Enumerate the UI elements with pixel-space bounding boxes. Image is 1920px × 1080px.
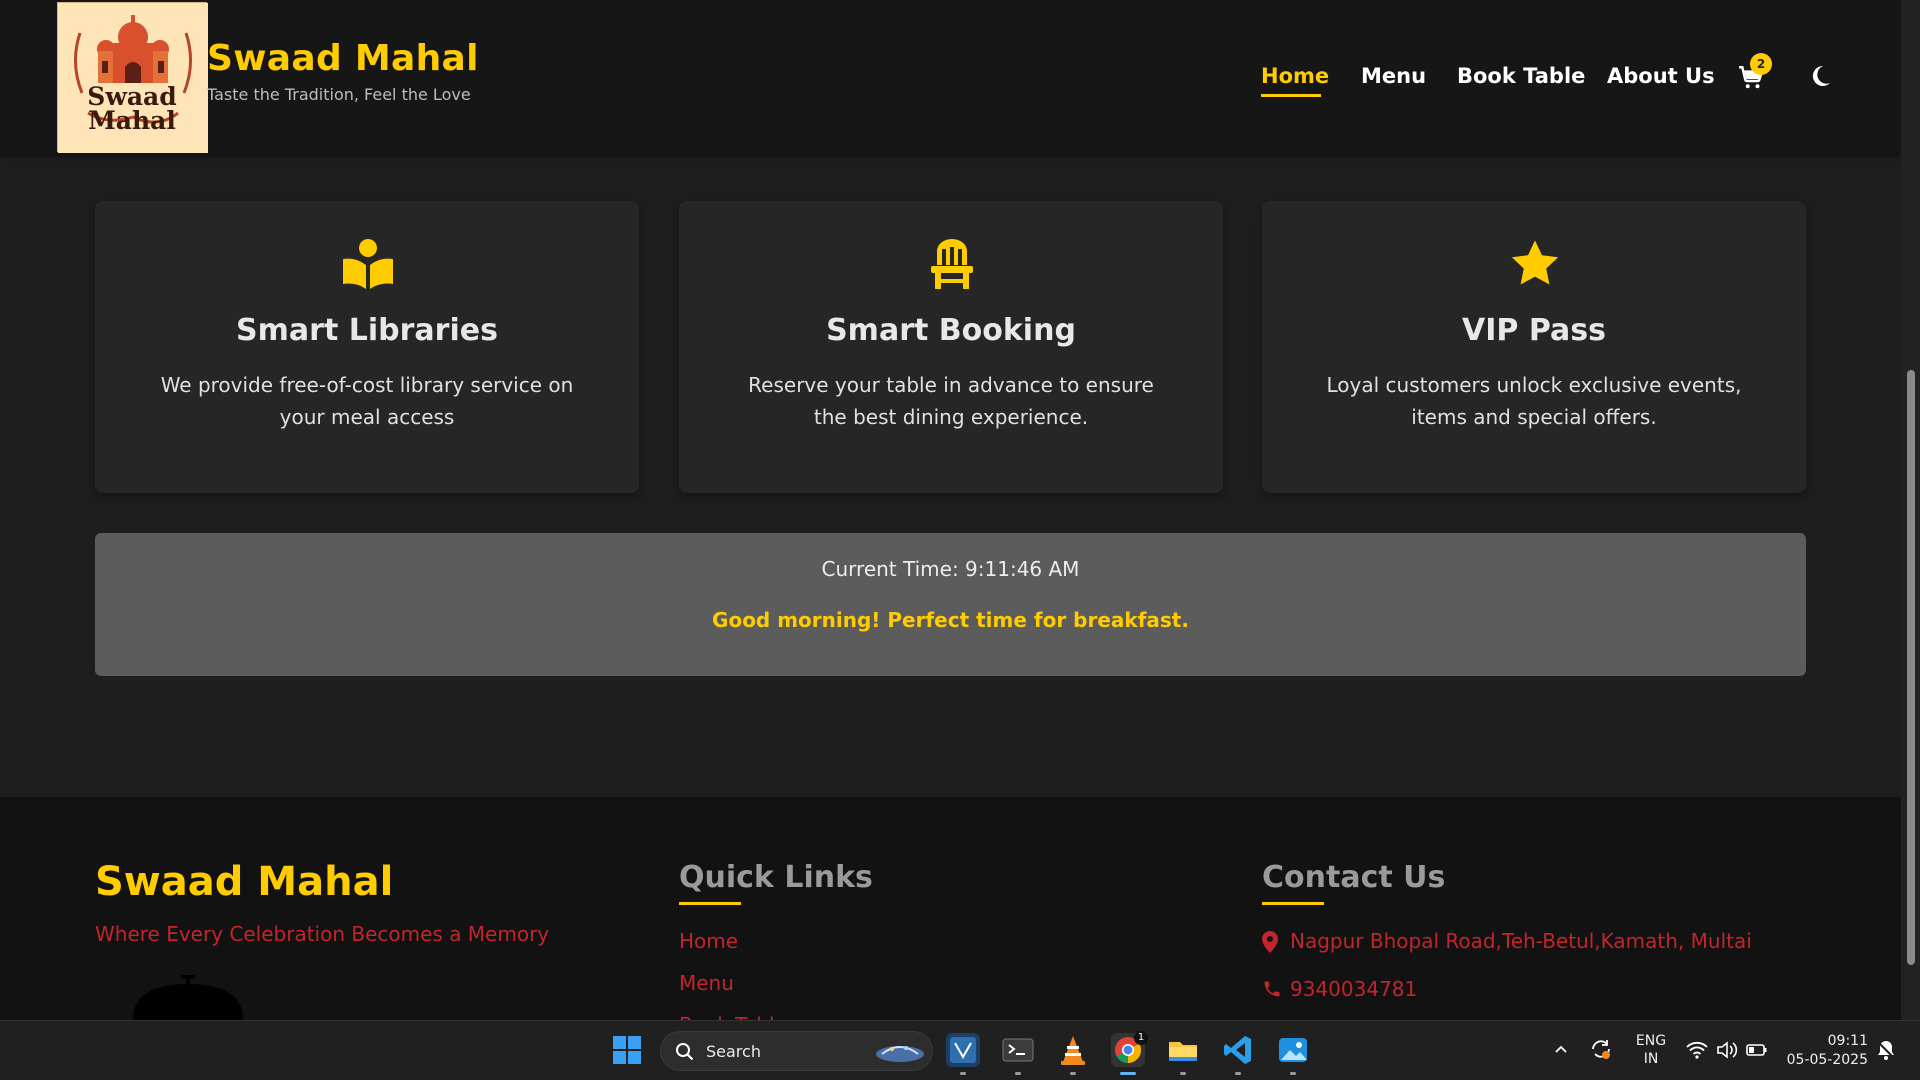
battery-icon[interactable] xyxy=(1746,1041,1768,1063)
quick-links-underline xyxy=(679,902,741,905)
app-running-indicator xyxy=(1070,1072,1076,1075)
footer-link-menu[interactable]: Menu xyxy=(679,971,734,995)
vscode-icon[interactable] xyxy=(1221,1033,1255,1067)
clock-time: 09:11 xyxy=(1827,1033,1868,1049)
cloche-icon xyxy=(130,975,245,1020)
feature-title: Smart Booking xyxy=(826,313,1076,348)
app-icon-1[interactable] xyxy=(946,1033,980,1067)
star-icon xyxy=(1508,237,1562,291)
feature-text: Reserve your table in advance to ensure … xyxy=(748,373,1154,429)
contact-phone-text[interactable]: 9340034781 xyxy=(1290,977,1417,1001)
app-active-indicator xyxy=(1120,1072,1136,1075)
feature-card-vip-pass: VIP Pass Loyal customers unlock exclusiv… xyxy=(1262,201,1806,493)
phone-icon xyxy=(1264,981,1280,997)
feature-card-smart-booking: Smart Booking Reserve your table in adva… xyxy=(679,201,1223,493)
search-icon xyxy=(676,1043,694,1061)
footer-tagline: Where Every Celebration Becomes a Memory xyxy=(95,922,550,946)
quick-links-heading: Quick Links xyxy=(679,860,873,895)
contact-underline xyxy=(1262,902,1324,905)
nav-active-underline xyxy=(1261,94,1321,97)
nav-home[interactable]: Home xyxy=(1261,64,1329,88)
book-reader-icon xyxy=(341,237,395,291)
time-greeting-panel: Current Time: 9:11:46 AM Good morning! P… xyxy=(95,533,1806,676)
language-line1: ENG xyxy=(1635,1033,1667,1049)
feature-title: VIP Pass xyxy=(1462,313,1606,348)
chrome-notification-badge: 1 xyxy=(1134,1031,1148,1045)
logo-text-line2: Mahal xyxy=(88,106,176,135)
windows-start-icon[interactable] xyxy=(610,1033,644,1067)
taskbar-search[interactable]: Search xyxy=(660,1031,933,1071)
app-running-indicator xyxy=(1015,1072,1021,1075)
vlc-icon[interactable] xyxy=(1056,1033,1090,1067)
contact-heading: Contact Us xyxy=(1262,860,1446,895)
app-running-indicator xyxy=(960,1072,966,1075)
search-placeholder: Search xyxy=(706,1042,761,1061)
nav-about-us[interactable]: About Us xyxy=(1607,64,1715,88)
feature-text: Loyal customers unlock exclusive events,… xyxy=(1326,373,1742,429)
contact-address-text: Nagpur Bhopal Road,Teh-Betul,Kamath, Mul… xyxy=(1290,929,1752,953)
clock-date: 05-05-2025 xyxy=(1786,1052,1868,1068)
search-highlight-icon xyxy=(876,1046,924,1062)
feature-title: Smart Libraries xyxy=(236,313,498,348)
system-clock[interactable]: 09:11 05-05-2025 xyxy=(1784,1032,1868,1070)
dark-mode-moon-icon[interactable] xyxy=(1808,64,1832,88)
chevron-up-icon[interactable] xyxy=(1553,1041,1569,1061)
current-time: Current Time: 9:11:46 AM xyxy=(821,557,1080,581)
logo[interactable]: Swaad Mahal xyxy=(57,2,208,153)
app-running-indicator xyxy=(1235,1072,1241,1075)
sync-icon[interactable] xyxy=(1589,1037,1613,1065)
app-running-indicator xyxy=(1290,1072,1296,1075)
feature-card-smart-libraries: Smart Libraries We provide free-of-cost … xyxy=(95,201,639,493)
page-scrollbar-thumb[interactable] xyxy=(1907,370,1915,965)
greeting-message: Good morning! Perfect time for breakfast… xyxy=(712,608,1189,632)
brand: Swaad Mahal Taste the Tradition, Feel th… xyxy=(207,38,479,104)
language-indicator[interactable]: ENG IN xyxy=(1630,1032,1672,1068)
wifi-icon[interactable] xyxy=(1686,1040,1708,1064)
site-footer: Swaad Mahal Where Every Celebration Beco… xyxy=(0,797,1901,1037)
brand-title[interactable]: Swaad Mahal xyxy=(207,38,479,79)
terminal-icon[interactable] xyxy=(1001,1033,1035,1067)
volume-icon[interactable] xyxy=(1716,1040,1738,1064)
file-explorer-icon[interactable] xyxy=(1166,1033,1200,1067)
nav-book-table[interactable]: Book Table xyxy=(1457,64,1585,88)
chair-icon xyxy=(925,237,979,291)
notification-bell-icon[interactable] xyxy=(1876,1039,1896,1065)
app-running-indicator xyxy=(1180,1072,1186,1075)
photos-icon[interactable] xyxy=(1276,1033,1310,1067)
language-line2: IN xyxy=(1643,1051,1659,1067)
footer-brand: Swaad Mahal xyxy=(95,859,394,905)
windows-taskbar: Search 1 ENG IN 09:11 05-05-2025 xyxy=(0,1020,1920,1080)
feature-text: We provide free-of-cost library service … xyxy=(160,373,574,429)
map-pin-icon xyxy=(1262,931,1278,953)
brand-subtitle: Taste the Tradition, Feel the Love xyxy=(207,85,471,104)
nav-menu[interactable]: Menu xyxy=(1361,64,1426,88)
cart-count-badge: 2 xyxy=(1750,53,1772,75)
footer-link-home[interactable]: Home xyxy=(679,929,738,953)
